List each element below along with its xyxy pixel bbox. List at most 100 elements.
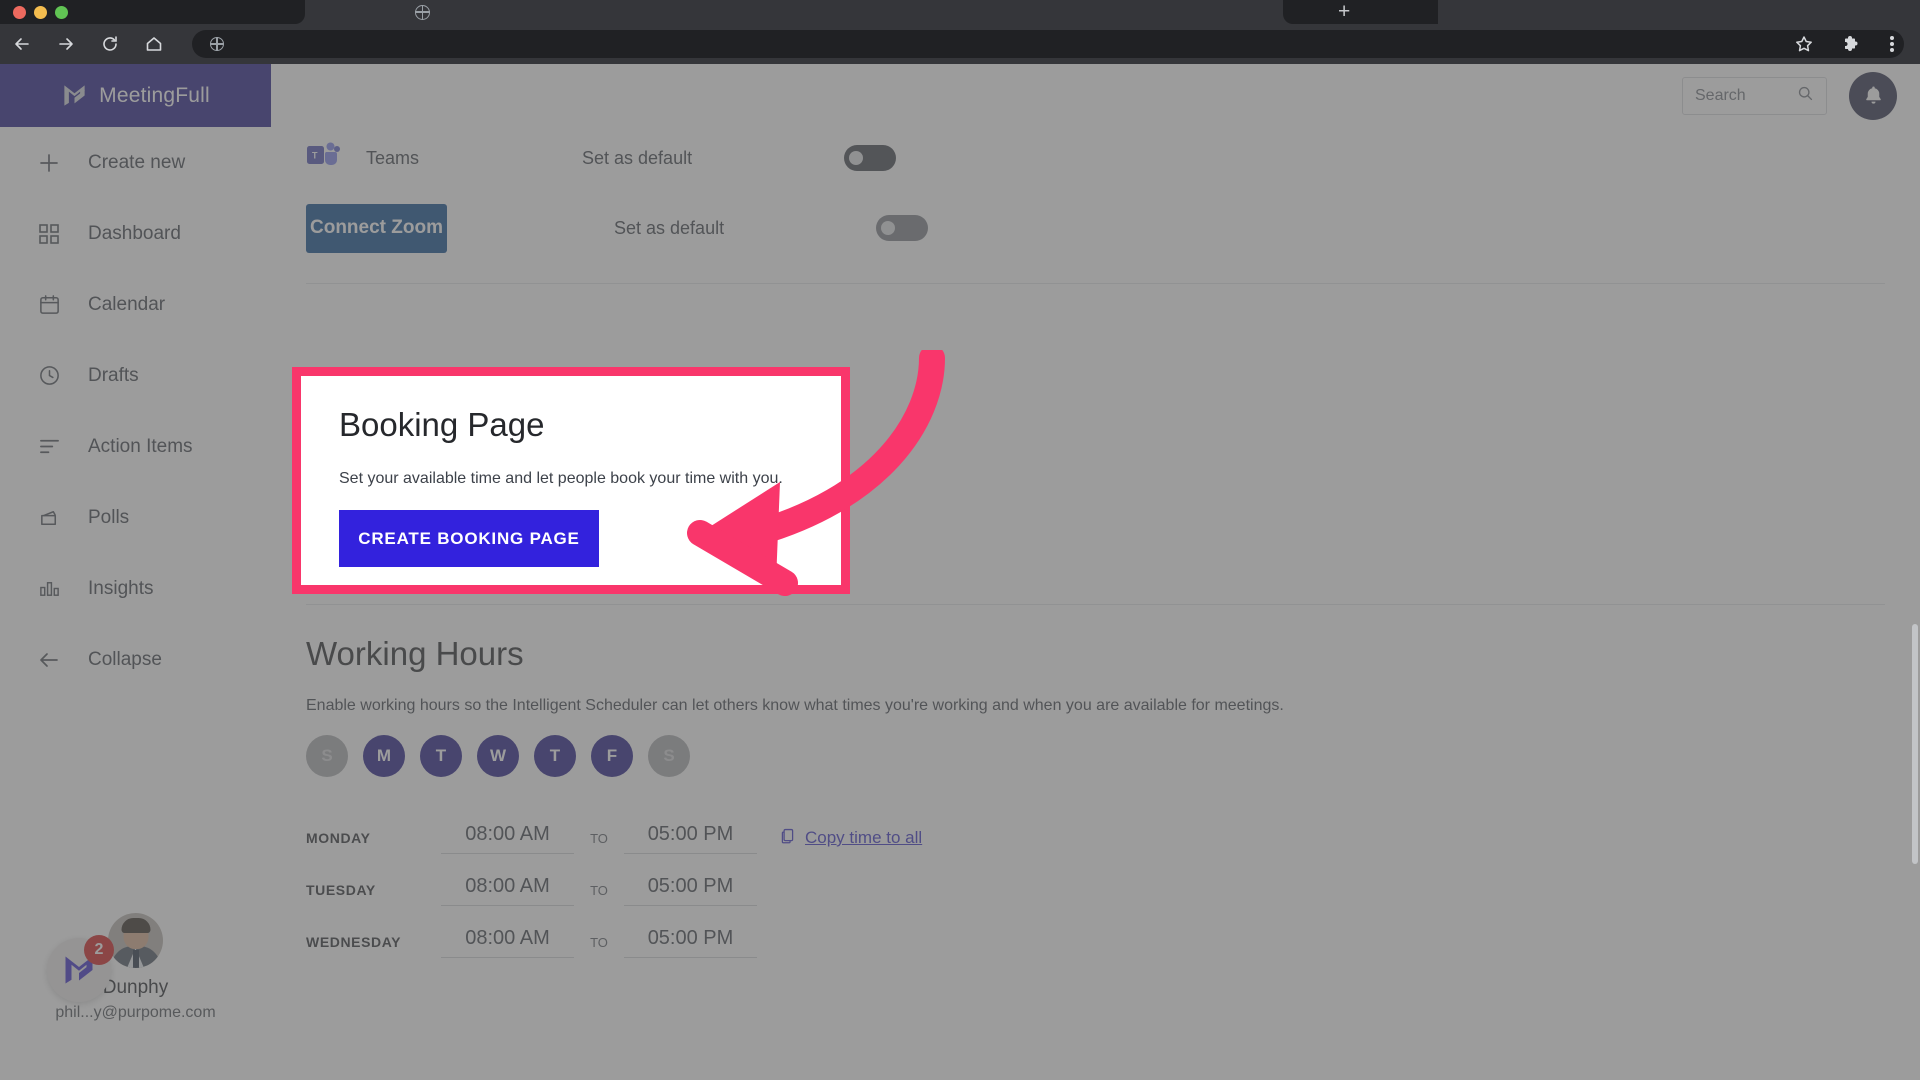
start-time-input[interactable]: 08:00 AM: [441, 927, 574, 958]
minimize-window-button[interactable]: [34, 5, 47, 19]
sidebar-item-create-new[interactable]: Create new: [0, 127, 271, 198]
app-page: MeetingFull Create new Dashboard Calenda…: [0, 64, 1920, 1080]
reload-icon[interactable]: [88, 24, 132, 64]
list-icon: [36, 434, 62, 460]
top-bar: Search: [271, 64, 1920, 127]
day-toggle-friday[interactable]: F: [591, 735, 633, 777]
divider: [306, 604, 1885, 605]
end-time-input[interactable]: 05:00 PM: [624, 927, 757, 958]
start-time-input[interactable]: 08:00 AM: [441, 823, 574, 854]
create-booking-page-button[interactable]: CREATE BOOKING PAGE: [339, 510, 599, 567]
sidebar-item-label: Insights: [88, 577, 154, 599]
browser-chrome: +: [0, 0, 1920, 64]
meetingfull-logo-icon: [64, 85, 85, 106]
globe-favicon-icon: [415, 4, 430, 20]
meetingfull-floating-widget[interactable]: 2: [47, 935, 114, 1002]
sidebar-item-label: Dashboard: [88, 222, 181, 244]
integration-name: Teams: [366, 147, 420, 168]
sidebar-item-collapse[interactable]: Collapse: [0, 624, 271, 695]
sidebar-item-label: Polls: [88, 506, 130, 528]
sidebar-item-action-items[interactable]: Action Items: [0, 411, 271, 482]
search-icon[interactable]: [1797, 85, 1814, 107]
svg-text:T: T: [312, 151, 318, 161]
working-hours-row: TUESDAY 08:00 AM TO 05:00 PM: [306, 864, 1206, 916]
copy-time-to-all-link[interactable]: Copy time to all: [779, 827, 922, 849]
settings-scroll-area: T Teams Set as default Connect Zoom Set …: [271, 127, 1920, 1080]
working-hours-row: MONDAY 08:00 AM TO 05:00 PM Copy time to…: [306, 812, 1206, 864]
copy-icon: [779, 827, 796, 849]
user-profile[interactable]: Dunphy phil...y@purpome.com: [0, 913, 271, 1022]
working-hours-description: Enable working hours so the Intelligent …: [306, 697, 1284, 714]
brand-logo[interactable]: MeetingFull: [0, 64, 271, 127]
notifications-button[interactable]: [1849, 71, 1897, 120]
row-day-label: WEDNESDAY: [306, 934, 402, 950]
end-time-input[interactable]: 05:00 PM: [624, 875, 757, 906]
day-toggle-monday[interactable]: M: [363, 735, 405, 777]
new-tab-label: +: [1338, 0, 1351, 23]
sidebar-item-insights[interactable]: Insights: [0, 553, 271, 624]
integration-row-zoom: Connect Zoom Set as default: [271, 189, 1920, 267]
end-time-input[interactable]: 05:00 PM: [624, 823, 757, 854]
connect-zoom-button[interactable]: Connect Zoom: [306, 203, 447, 253]
working-hours-row: WEDNESDAY 08:00 AM TO 05:00 PM: [306, 916, 1206, 968]
row-day-label: TUESDAY: [306, 882, 376, 898]
back-arrow-icon[interactable]: [0, 24, 44, 64]
window-controls: [0, 0, 305, 24]
maximize-window-button[interactable]: [55, 5, 68, 19]
browser-toolbar: [0, 24, 1920, 64]
close-window-button[interactable]: [13, 5, 26, 19]
booking-page-title: Booking Page: [339, 406, 545, 443]
grid-icon: [36, 221, 62, 247]
sidebar-item-calendar[interactable]: Calendar: [0, 269, 271, 340]
microsoft-teams-icon: T: [306, 141, 340, 175]
browser-tab[interactable]: [305, 0, 635, 24]
three-dot-menu-icon[interactable]: [1872, 24, 1912, 64]
day-toggle-saturday[interactable]: S: [648, 735, 690, 777]
left-arrow-icon: [36, 647, 62, 673]
sidebar-item-label: Calendar: [88, 293, 166, 315]
address-bar[interactable]: [192, 30, 1904, 58]
star-icon[interactable]: [1784, 24, 1824, 64]
set-as-default-toggle[interactable]: [844, 145, 896, 171]
working-hours-table: MONDAY 08:00 AM TO 05:00 PM Copy time to…: [306, 812, 1206, 968]
clock-icon: [36, 363, 62, 389]
highlighted-booking-page-card: Booking Page Set your available time and…: [292, 367, 850, 594]
copy-time-to-all-label: Copy time to all: [805, 828, 923, 847]
day-toggle-sunday[interactable]: S: [306, 735, 348, 777]
site-globe-icon: [209, 36, 224, 51]
sidebar-item-polls[interactable]: Polls: [0, 482, 271, 553]
plus-icon: [36, 150, 62, 176]
bar-chart-icon: [36, 576, 62, 602]
poll-box-icon: [36, 505, 62, 531]
sidebar-item-label: Collapse: [88, 648, 162, 670]
day-toggle-thursday[interactable]: T: [534, 735, 576, 777]
booking-page-description: Set your available time and let people b…: [339, 470, 783, 487]
bell-icon: [1865, 86, 1881, 104]
sidebar-item-label: Drafts: [88, 364, 139, 386]
avatar: [108, 913, 163, 968]
working-days-selector: S M T W T F S: [306, 735, 690, 777]
row-day-label: MONDAY: [306, 830, 371, 846]
home-icon[interactable]: [132, 24, 176, 64]
divider: [306, 283, 1885, 284]
start-time-input[interactable]: 08:00 AM: [441, 875, 574, 906]
browser-tabstrip: +: [0, 0, 1920, 24]
to-label: TO: [590, 882, 608, 898]
new-tab-button[interactable]: +: [1283, 0, 1438, 24]
brand-name: MeetingFull: [99, 83, 210, 107]
sidebar-item-drafts[interactable]: Drafts: [0, 340, 271, 411]
puzzle-piece-icon[interactable]: [1832, 24, 1872, 64]
forward-arrow-icon[interactable]: [44, 24, 88, 64]
day-toggle-wednesday[interactable]: W: [477, 735, 519, 777]
calendar-icon: [36, 292, 62, 318]
search-input[interactable]: Search: [1682, 76, 1827, 115]
page-scrollbar[interactable]: [1912, 624, 1918, 864]
sidebar: MeetingFull Create new Dashboard Calenda…: [0, 64, 271, 1080]
sidebar-item-dashboard[interactable]: Dashboard: [0, 198, 271, 269]
notification-badge: 2: [84, 935, 114, 965]
sidebar-item-label: Create new: [88, 151, 186, 173]
day-toggle-tuesday[interactable]: T: [420, 735, 462, 777]
set-as-default-toggle[interactable]: [876, 215, 928, 241]
to-label: TO: [590, 934, 608, 950]
sidebar-item-label: Action Items: [88, 435, 193, 457]
